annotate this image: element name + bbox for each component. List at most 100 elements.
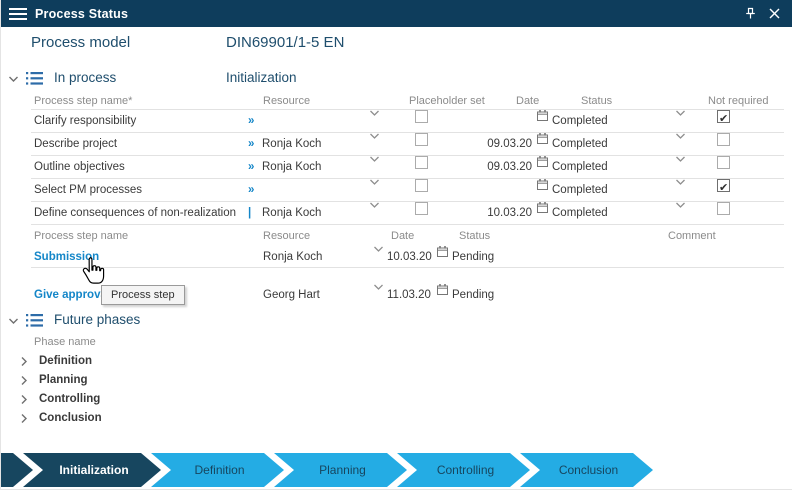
calendar-icon[interactable] — [537, 179, 548, 190]
step-link[interactable]: Give approval — [34, 284, 110, 306]
chevron-down-icon[interactable] — [675, 133, 686, 140]
calendar-icon[interactable] — [537, 110, 548, 121]
chevron-down-icon[interactable] — [373, 284, 384, 291]
phase-name: Definition — [39, 352, 92, 371]
phase-name: Conclusion — [39, 409, 102, 428]
calendar-icon[interactable] — [537, 156, 548, 167]
calendar-icon[interactable] — [437, 284, 448, 295]
chevron-down-icon[interactable] — [675, 202, 686, 209]
list-item[interactable]: Conclusion — [31, 409, 784, 428]
not-required-checkbox[interactable] — [717, 179, 730, 192]
calendar-icon[interactable] — [537, 202, 548, 213]
step-name: Select PM processes — [34, 179, 142, 202]
jump-to-icon[interactable]: » — [248, 133, 254, 156]
calendar-icon[interactable] — [537, 133, 548, 144]
phase-name: Controlling — [39, 390, 100, 409]
col-resource: Resource — [263, 93, 310, 110]
date-value[interactable]: 10.03.20 — [387, 246, 432, 268]
resource-value[interactable]: Ronja Koch — [263, 246, 322, 268]
section-title-future-phases: Future phases — [54, 312, 140, 327]
date-value[interactable]: 11.03.20 — [387, 284, 431, 306]
phase-chevron-conclusion[interactable]: Conclusion — [520, 453, 653, 487]
chevron-down-icon[interactable] — [373, 246, 384, 253]
date-value[interactable]: 09.03.20 — [472, 133, 532, 156]
table-row: Clarify responsibility » Completed — [31, 110, 784, 133]
step-name: Describe project — [34, 133, 117, 156]
table-header: Phase name — [31, 334, 784, 350]
list-icon — [26, 314, 43, 327]
col-not-required: Not required — [708, 93, 769, 110]
list-item[interactable]: Controlling — [31, 390, 784, 409]
step-name: Define consequences of non-realization — [34, 202, 236, 225]
not-required-checkbox[interactable] — [717, 133, 730, 146]
phase-chevron-planning[interactable]: Planning — [274, 453, 407, 487]
expand-icon[interactable] — [21, 356, 28, 367]
col-date: Date — [516, 93, 539, 110]
resource-value[interactable]: Ronja Koch — [262, 202, 321, 225]
placeholder-checkbox[interactable] — [415, 156, 428, 169]
phase-chevron-initialization[interactable]: Initialization — [23, 453, 161, 487]
col-process-step-name: Process step name* — [34, 93, 132, 110]
table-row: Define consequences of non-realization |… — [31, 202, 784, 225]
placeholder-checkbox[interactable] — [415, 133, 428, 146]
chevron-down-icon[interactable] — [369, 179, 380, 186]
chevron-down-icon[interactable] — [675, 156, 686, 163]
chevron-down-icon[interactable] — [675, 110, 686, 117]
status-value[interactable]: Completed — [552, 133, 608, 156]
chevron-down-icon[interactable] — [369, 202, 380, 209]
resource-value[interactable]: Georg Hart — [263, 284, 320, 306]
collapse-icon[interactable] — [8, 76, 19, 83]
col-comment: Comment — [668, 228, 716, 245]
phase-flow-bar: Initialization Definition Planning Contr… — [1, 453, 792, 487]
hamburger-menu-icon[interactable] — [9, 5, 27, 23]
date-value[interactable]: 10.03.20 — [472, 202, 532, 225]
placeholder-checkbox[interactable] — [415, 202, 428, 215]
placeholder-checkbox[interactable] — [415, 110, 428, 123]
table-header: Process step name* Resource Placeholder … — [31, 93, 784, 110]
jump-to-icon[interactable]: » — [248, 179, 254, 202]
title-bar: Process Status — [1, 0, 792, 27]
collapse-icon[interactable] — [8, 318, 19, 325]
table-row: Select PM processes » Completed — [31, 179, 784, 202]
status-value[interactable]: Pending — [452, 246, 494, 268]
table-row: Outline objectives » Ronja Koch 09.03.20… — [31, 156, 784, 179]
calendar-icon[interactable] — [437, 246, 448, 257]
list-item[interactable]: Planning — [31, 371, 784, 390]
status-value[interactable]: Pending — [452, 284, 494, 306]
placeholder-checkbox[interactable] — [415, 179, 428, 192]
resource-value[interactable]: Ronja Koch — [262, 156, 321, 179]
tooltip: Process step — [101, 285, 185, 305]
status-value[interactable]: Completed — [552, 156, 608, 179]
chevron-down-icon[interactable] — [369, 110, 380, 117]
step-link[interactable]: Submission — [34, 246, 99, 268]
list-item[interactable]: Definition — [31, 352, 784, 371]
expand-icon[interactable] — [21, 413, 28, 424]
process-status-window: Process Status Process model DIN69901/1-… — [0, 0, 792, 490]
table-row: Describe project » Ronja Koch 09.03.20 C… — [31, 133, 784, 156]
status-value[interactable]: Completed — [552, 110, 608, 133]
expand-icon[interactable] — [21, 375, 28, 386]
chevron-down-icon[interactable] — [675, 179, 686, 186]
jump-to-icon[interactable]: | — [248, 202, 251, 225]
not-required-checkbox[interactable] — [717, 156, 730, 169]
jump-to-icon[interactable]: » — [248, 156, 254, 179]
chevron-down-icon[interactable] — [369, 156, 380, 163]
jump-to-icon[interactable]: » — [248, 110, 254, 133]
chevron-down-icon[interactable] — [369, 133, 380, 140]
table-header: Process step name Resource Date Status C… — [31, 228, 784, 245]
col-phase-name: Phase name — [34, 334, 96, 350]
not-required-checkbox[interactable] — [717, 110, 730, 123]
phase-bar-lead-arrow — [1, 453, 33, 487]
process-model-label: Process model — [31, 34, 130, 51]
status-value[interactable]: Completed — [552, 179, 608, 202]
date-value[interactable]: 09.03.20 — [472, 156, 532, 179]
close-icon[interactable] — [769, 8, 780, 19]
col-status: Status — [459, 228, 490, 245]
status-value[interactable]: Completed — [552, 202, 608, 225]
pin-icon[interactable] — [744, 7, 757, 20]
resource-value[interactable]: Ronja Koch — [262, 133, 321, 156]
expand-icon[interactable] — [21, 394, 28, 405]
phase-chevron-definition[interactable]: Definition — [151, 453, 284, 487]
not-required-checkbox[interactable] — [717, 202, 730, 215]
phase-chevron-controlling[interactable]: Controlling — [397, 453, 530, 487]
